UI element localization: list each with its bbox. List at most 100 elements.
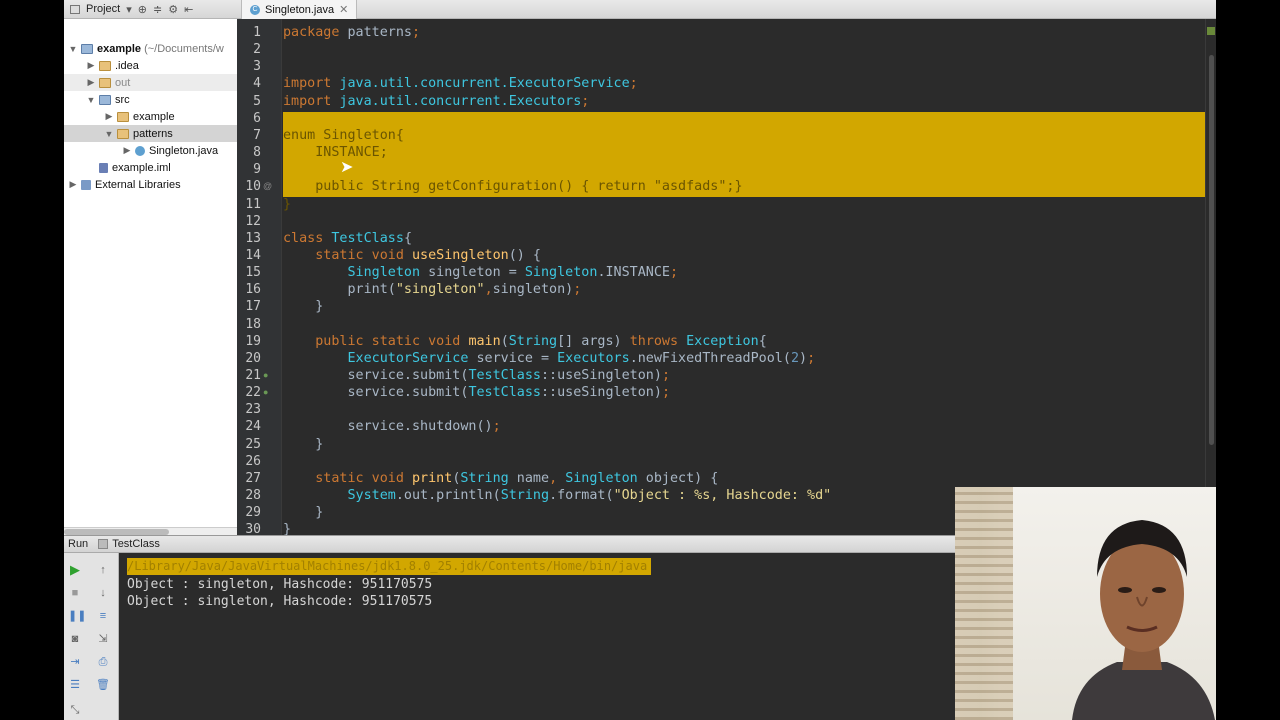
line-number: 22 [245,385,261,401]
method-ref-icon: ● [263,370,269,380]
override-icon: @ [263,181,273,192]
expanded-arrow-icon[interactable]: ▼ [68,44,78,54]
line-number: 24 [245,419,261,435]
code-editor[interactable]: 1 2 3 4 5 6 7 8 9 10 @11 12 13 14 15 16 17 18 19 20 21 ● 22 ● 23… [237,19,1216,535]
print-icon[interactable]: ⎙ [96,655,110,669]
folder-icon [99,60,111,71]
tree-item[interactable]: ▶ out [64,74,237,91]
editor-area: C Singleton.java ✕ 1 2 3 4 5 6 7 8 9 10 @11 12 13 14 1… [237,0,1216,535]
code-line: System.out.println(String.format("Object… [347,488,832,504]
webcam-overlay [955,487,1216,720]
code-line: import java.util.concurrent.Executors; [283,93,590,109]
ide-window: Project ▾ ⊕ ≑ ⚙ ⇤ ▼ example (~/Documents/… [64,0,1216,720]
soft-wrap-icon[interactable]: ≡ [96,609,110,623]
library-icon [81,179,91,190]
run-toolbar: ▶ ↑ ■ ↓ ❚❚ ≡ ◙ ⇲ ⇥ ⎙ ☰ 🗑 ⤡ [64,553,119,720]
line-number: 20 [245,350,261,366]
down-arrow-icon[interactable]: ↓ [96,586,110,600]
run-config-label: TestClass [112,538,160,550]
camera-icon[interactable]: ◙ [68,632,82,646]
editor-tab-label: Singleton.java [265,3,335,16]
line-number: 13 [245,230,261,246]
tree-item[interactable]: ▼ example (~/Documents/w [64,40,237,57]
stop-icon[interactable]: ■ [68,586,82,600]
project-toolbar: Project ▾ ⊕ ≑ ⚙ ⇤ [64,0,237,19]
line-number: 10 [245,179,261,195]
code-line: service.shutdown(); [283,419,501,435]
target-icon[interactable]: ⊕ [138,3,147,16]
line-number: 11 [245,196,261,212]
tree-item-label: src [115,93,130,106]
line-number: 29 [245,505,261,521]
code-line: } [283,436,324,452]
collapse-icon[interactable]: ≑ [153,3,162,16]
collapsed-arrow-icon[interactable]: ▶ [86,60,96,71]
close-icon[interactable]: ✕ [339,3,348,16]
collapsed-arrow-icon[interactable]: ▶ [68,179,78,190]
folder-icon [99,77,111,88]
line-gutter: 1 2 3 4 5 6 7 8 9 10 @11 12 13 14 15 16 17 18 19 20 21 ● 22 ● 23… [237,19,282,535]
line-number: 15 [245,265,261,281]
tree-item-label: patterns [133,127,173,140]
hide-panel-icon[interactable]: ⇤ [184,3,193,16]
editor-tab[interactable]: C Singleton.java ✕ [241,0,358,19]
project-view-icon[interactable] [70,4,80,14]
line-number: 28 [245,488,261,504]
code-line: } [283,196,292,212]
tree-item-label: out [115,76,131,89]
line-number: 8 [253,145,261,161]
settings-icon[interactable]: ☰ [68,678,82,692]
left-letterbox [0,0,64,720]
line-number: 1 [253,25,261,40]
tree-item-label: .idea [115,59,139,72]
line-number: 4 [253,76,261,92]
collapsed-arrow-icon[interactable]: ▶ [104,111,114,122]
tree-item[interactable]: example.iml [64,159,237,176]
scroll-to-end-icon[interactable]: ⇲ [96,632,110,646]
project-title[interactable]: Project [86,3,120,15]
editor-scrollbar[interactable] [1205,19,1216,535]
pause-icon[interactable]: ❚❚ [68,609,86,623]
code-line: package patterns; [283,25,421,40]
line-number: 19 [245,333,261,349]
restore-layout-icon[interactable]: ⇥ [68,655,82,669]
tree-item[interactable]: ▶ Singleton.java [64,142,237,159]
tree-item[interactable]: ▶ .idea [64,57,237,74]
line-number: 9 [253,162,261,178]
line-number: 12 [245,213,261,229]
code-line: print("singleton",singleton); [283,282,582,298]
line-number: 6 [253,110,261,126]
project-scrollbar[interactable] [64,527,237,535]
folder-icon [117,128,129,139]
expand-icon[interactable]: ⤡ [68,703,82,717]
collapsed-arrow-icon[interactable]: ▶ [86,77,96,88]
tree-item[interactable]: ▼ src [64,91,237,108]
line-number: 18 [245,316,261,332]
folder-icon [81,43,93,54]
code-line: } [283,522,292,535]
tree-item[interactable]: ▶ External Libraries [64,176,237,193]
up-arrow-icon[interactable]: ↑ [96,563,110,577]
run-config-tab[interactable]: TestClass [98,538,160,550]
line-number: 7 [253,127,261,143]
expanded-arrow-icon[interactable]: ▼ [104,129,114,139]
expanded-arrow-icon[interactable]: ▼ [86,95,96,105]
code-line: INSTANCE; [283,145,388,161]
tree-item[interactable]: ▶ example [64,108,237,125]
right-letterbox [1216,0,1280,720]
line-number: 5 [253,93,261,109]
tree-item-label: example.iml [112,161,171,174]
clear-all-icon[interactable]: 🗑 [96,678,110,692]
rerun-icon[interactable]: ▶ [68,563,82,577]
code-line: public static void main(String[] args) t… [315,333,767,349]
collapsed-arrow-icon[interactable]: ▶ [122,145,132,156]
folder-icon [117,111,129,122]
chevron-down-icon[interactable]: ▾ [126,3,132,16]
inspection-status-icon [1207,27,1215,35]
code-line: } [283,299,324,315]
scrollbar-thumb[interactable] [1209,55,1214,445]
run-label: Run [68,538,89,550]
module-file-icon [99,162,108,173]
tree-item[interactable]: ▼ patterns [64,125,237,142]
gear-icon[interactable]: ⚙ [168,3,178,16]
